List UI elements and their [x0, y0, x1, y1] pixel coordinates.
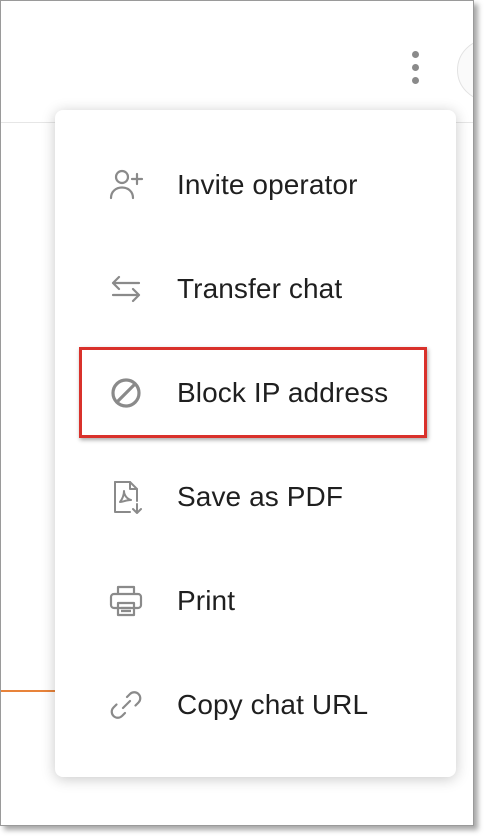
- kebab-dot: [411, 63, 419, 71]
- menu-item-label: Invite operator: [177, 169, 358, 200]
- pdf-document-icon: [107, 478, 145, 516]
- menu-item-block-ip[interactable]: Block IP address: [55, 341, 456, 445]
- kebab-dot: [411, 76, 419, 84]
- menu-item-transfer-chat[interactable]: Transfer chat: [55, 237, 456, 341]
- block-icon: [107, 374, 145, 412]
- menu-item-label: Save as PDF: [177, 481, 344, 512]
- kebab-dot: [411, 50, 419, 58]
- menu-item-save-pdf[interactable]: Save as PDF: [55, 445, 456, 549]
- accent-line: [1, 690, 57, 692]
- person-add-icon: [107, 166, 145, 204]
- transfer-arrows-icon: [107, 270, 145, 308]
- app-window: Invite operator Transfer chat Block IP a…: [0, 0, 474, 826]
- link-icon: [107, 686, 145, 724]
- menu-item-label: Transfer chat: [177, 273, 343, 304]
- printer-icon: [107, 582, 145, 620]
- menu-item-copy-chat-url[interactable]: Copy chat URL: [55, 653, 456, 757]
- more-options-button[interactable]: [402, 45, 428, 89]
- options-menu: Invite operator Transfer chat Block IP a…: [55, 110, 456, 777]
- menu-item-invite-operator[interactable]: Invite operator: [55, 133, 456, 237]
- menu-item-label: Copy chat URL: [177, 689, 369, 720]
- menu-item-label: Block IP address: [177, 377, 389, 408]
- menu-item-label: Print: [177, 585, 236, 616]
- avatar[interactable]: [457, 39, 473, 101]
- menu-item-print[interactable]: Print: [55, 549, 456, 653]
